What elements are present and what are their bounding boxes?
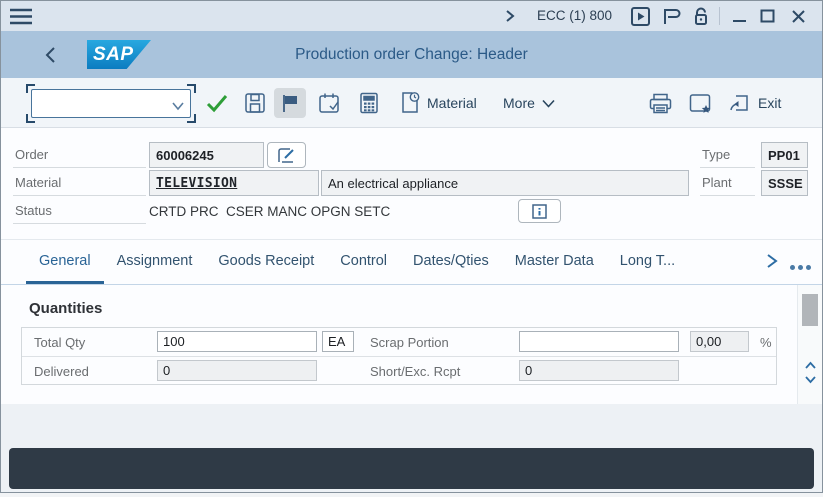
short-exc-label: Short/Exc. Rcpt xyxy=(370,363,461,379)
scroll-down-icon[interactable] xyxy=(804,371,817,389)
quantities-row-2: Delivered 0 Short/Exc. Rcpt 0 xyxy=(22,357,776,385)
tab-general[interactable]: General xyxy=(26,240,104,284)
sap-window: ECC (1) 800 SAP Production order Change:… xyxy=(0,0,823,493)
maximize-button[interactable] xyxy=(759,7,777,25)
total-qty-unit-input[interactable] xyxy=(322,331,354,352)
status-label: Status xyxy=(13,198,146,224)
chevron-down-icon xyxy=(542,95,555,111)
delivered-label: Delivered xyxy=(34,363,89,379)
focus-bracket xyxy=(26,84,35,93)
edit-order-button[interactable] xyxy=(267,142,306,168)
order-header-form: Order 60006245 Type PP01 Material TELEVI… xyxy=(1,128,822,240)
total-qty-label: Total Qty xyxy=(34,334,86,350)
type-field[interactable]: PP01 xyxy=(761,142,808,168)
tab-dates-qties[interactable]: Dates/Qties xyxy=(400,240,502,284)
more-menu-button[interactable]: More xyxy=(503,78,555,128)
sessions-flag-icon[interactable] xyxy=(662,7,682,26)
order-field[interactable]: 60006245 xyxy=(149,142,264,168)
calendar-check-button[interactable] xyxy=(316,90,342,116)
flag-button[interactable] xyxy=(274,88,306,118)
delivered-field: 0 xyxy=(157,360,317,381)
title-bar: SAP Production order Change: Header xyxy=(1,31,822,78)
scrollbar-thumb[interactable] xyxy=(802,294,818,326)
focus-bracket xyxy=(26,114,35,123)
material-button[interactable]: Material xyxy=(399,78,477,128)
plant-label: Plant xyxy=(700,170,755,196)
command-input[interactable] xyxy=(31,89,191,118)
chevron-right-icon[interactable] xyxy=(504,9,516,23)
exit-button[interactable]: Exit xyxy=(758,78,781,128)
gui-scripting-icon[interactable] xyxy=(631,7,650,26)
material-link-field[interactable]: TELEVISION xyxy=(149,170,319,196)
exit-label: Exit xyxy=(758,95,782,111)
sap-gui-screen: ECC (1) 800 SAP Production order Change:… xyxy=(0,0,823,497)
unlock-icon[interactable] xyxy=(693,7,709,26)
material-label: Material xyxy=(13,170,146,196)
quantities-section-title: Quantities xyxy=(29,300,103,317)
material-description-field[interactable]: An electrical appliance xyxy=(321,170,689,196)
create-shortcut-button[interactable] xyxy=(726,90,752,116)
system-bar: ECC (1) 800 xyxy=(1,1,822,31)
tab-strip: General Assignment Goods Receipt Control… xyxy=(1,240,822,285)
menu-icon[interactable] xyxy=(10,8,32,25)
scrap-portion-label: Scrap Portion xyxy=(370,334,449,350)
total-qty-input[interactable] xyxy=(157,331,317,352)
close-button[interactable] xyxy=(790,7,808,25)
confirm-check-button[interactable] xyxy=(204,90,230,116)
tab-long-text[interactable]: Long T... xyxy=(607,240,688,284)
status-info-button[interactable] xyxy=(518,199,561,223)
tab-scroll-right-icon[interactable] xyxy=(765,253,779,274)
scrap-readonly-field: 0,00 xyxy=(690,331,749,352)
tab-overflow-icon[interactable] xyxy=(790,265,811,270)
general-tab-content: Quantities Total Qty Scrap Portion 0,00 … xyxy=(1,285,797,404)
plant-field[interactable]: SSSE xyxy=(761,170,808,196)
tab-assignment[interactable]: Assignment xyxy=(104,240,206,284)
tab-control[interactable]: Control xyxy=(327,240,400,284)
short-exc-field: 0 xyxy=(519,360,679,381)
calculator-button[interactable] xyxy=(356,90,382,116)
session-label: ECC (1) 800 xyxy=(537,8,613,23)
new-session-button[interactable] xyxy=(687,90,713,116)
save-button[interactable] xyxy=(242,90,268,116)
type-label: Type xyxy=(700,142,755,168)
focus-bracket xyxy=(187,114,196,123)
toolbar: Material More Exit xyxy=(1,78,822,128)
focus-bracket xyxy=(187,84,196,93)
print-button[interactable] xyxy=(647,90,673,116)
scrap-unit-label: % xyxy=(760,334,772,350)
quantities-groupbox: Total Qty Scrap Portion 0,00 % Delivered… xyxy=(21,327,777,385)
more-label: More xyxy=(503,95,535,111)
order-label: Order xyxy=(13,142,146,168)
quantities-row-1: Total Qty Scrap Portion 0,00 % xyxy=(22,328,776,357)
minimize-button[interactable] xyxy=(731,7,749,25)
command-field-wrapper xyxy=(26,84,196,123)
tab-master-data[interactable]: Master Data xyxy=(502,240,607,284)
material-button-label: Material xyxy=(427,95,477,111)
tab-goods-receipt[interactable]: Goods Receipt xyxy=(205,240,327,284)
status-value: CRTD PRC CSER MANC OPGN SETC xyxy=(149,203,391,219)
material-doc-clock-icon xyxy=(399,91,420,116)
divider xyxy=(719,7,720,25)
scrap-portion-input[interactable] xyxy=(519,331,679,352)
status-bar xyxy=(9,448,814,489)
page-title: Production order Change: Header xyxy=(295,46,528,63)
vertical-scrollbar[interactable] xyxy=(797,285,822,404)
